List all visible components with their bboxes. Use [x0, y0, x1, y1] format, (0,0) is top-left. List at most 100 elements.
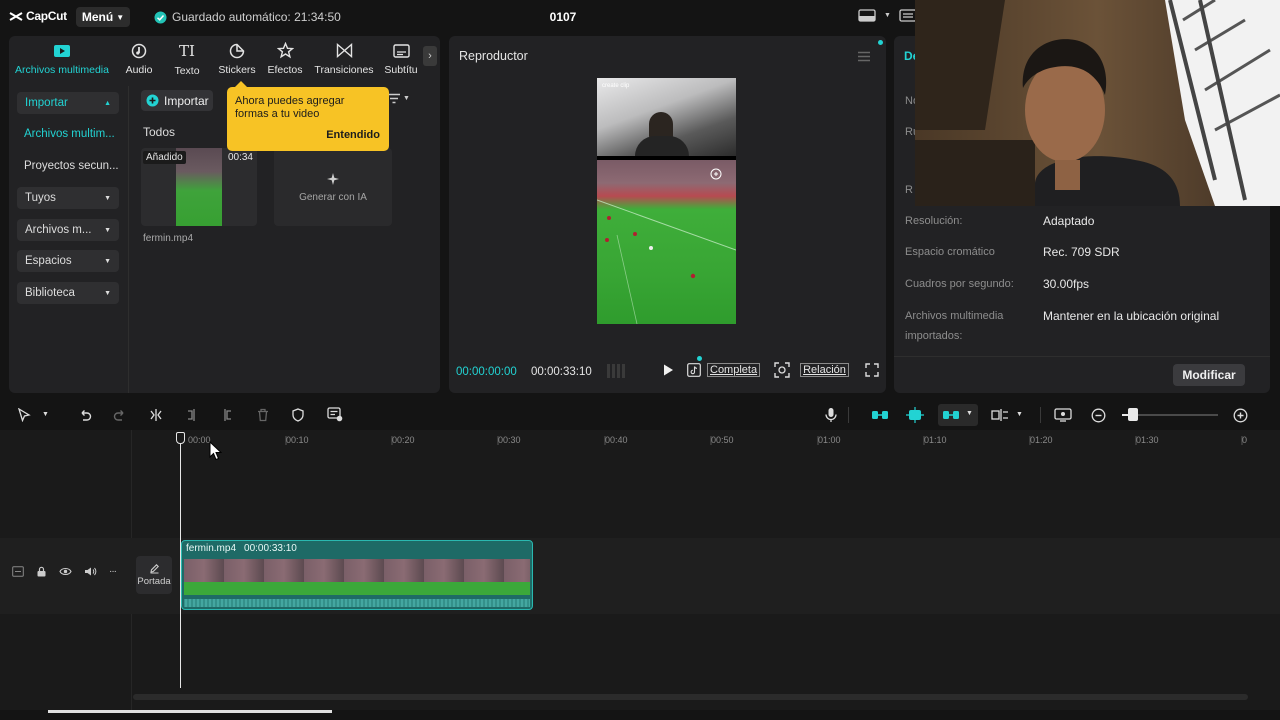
- track-cover-icon[interactable]: [12, 566, 24, 577]
- zoom-out-icon[interactable]: [1091, 408, 1106, 423]
- tab-effects[interactable]: Efectos: [264, 42, 306, 76]
- color-space-value: Rec. 709 SDR: [1043, 245, 1120, 259]
- tab-stickers[interactable]: Stickers: [214, 42, 260, 76]
- redo-icon[interactable]: [113, 408, 127, 422]
- sidebar-item-label: Archivos m...: [25, 224, 92, 236]
- zoom-slider-handle[interactable]: [1128, 408, 1138, 421]
- notification-dot: [878, 40, 883, 45]
- tab-media[interactable]: Archivos multimedia: [12, 42, 112, 76]
- playhead-handle[interactable]: [176, 432, 185, 444]
- media-icon: [53, 42, 71, 59]
- fps-label: Cuadros por segundo:: [905, 278, 1014, 290]
- mouse-cursor-icon: [209, 441, 222, 461]
- menu-button[interactable]: Menú ▼: [76, 7, 130, 27]
- modify-button[interactable]: Modificar: [1173, 364, 1245, 386]
- magnet-link-icon[interactable]: [871, 409, 889, 421]
- filter-button[interactable]: ▼: [387, 93, 410, 104]
- webcam-scene: [915, 0, 1280, 206]
- crop-screen-icon[interactable]: [774, 362, 790, 378]
- ai-edit-icon[interactable]: [327, 407, 343, 422]
- chevron-down-icon[interactable]: ▼: [884, 12, 891, 19]
- sidebar-item-proyectos-secundarios[interactable]: Proyectos secun...: [24, 160, 119, 172]
- sidebar-item-importar[interactable]: Importar ▲: [17, 92, 119, 114]
- eye-icon[interactable]: [59, 566, 72, 577]
- color-space-label: Espacio cromático: [905, 246, 995, 258]
- screen-icon[interactable]: [1054, 408, 1072, 422]
- chevron-down-icon: ▼: [104, 289, 111, 297]
- timeline-ruler[interactable]: 00:00 00:10 00:20 00:30 00:40 00:50 01:0…: [180, 432, 1250, 448]
- sidebar-item-label: Biblioteca: [25, 287, 75, 299]
- sidebar-item-biblioteca[interactable]: Biblioteca ▼: [17, 282, 119, 304]
- chevron-down-icon[interactable]: ▼: [1016, 411, 1023, 418]
- tab-audio[interactable]: Audio: [119, 42, 159, 76]
- tooltip-dismiss-button[interactable]: Entendido: [326, 129, 380, 141]
- video-preview[interactable]: create clip: [597, 78, 736, 324]
- sidebar-item-tuyos[interactable]: Tuyos ▼: [17, 187, 119, 209]
- tab-transitions[interactable]: Transiciones: [311, 42, 377, 76]
- project-name[interactable]: 0107: [540, 10, 586, 24]
- video-clip[interactable]: fermin.mp4 00:00:33:10: [181, 540, 533, 610]
- tab-label: Texto: [174, 65, 200, 77]
- more-options-icon[interactable]: ···: [109, 566, 117, 577]
- current-timecode: 00:00:00:00: [456, 366, 517, 378]
- check-circle-icon: [154, 11, 167, 23]
- pencil-icon: [149, 564, 159, 574]
- sidebar-item-archivos-multimedia[interactable]: Archivos multim...: [24, 128, 115, 140]
- import-button[interactable]: Importar: [141, 90, 213, 111]
- chevron-down-icon: ▼: [104, 257, 111, 265]
- tab-text[interactable]: TI Texto: [167, 42, 207, 77]
- shield-marker-icon[interactable]: [291, 408, 305, 422]
- tabs-next-button[interactable]: ›: [423, 46, 437, 66]
- fullscreen-quality-button[interactable]: Completa: [707, 363, 761, 377]
- sidebar-item-label: Tuyos: [25, 192, 56, 204]
- link-clips-icon: [943, 411, 959, 419]
- auto-snap-icon[interactable]: [906, 407, 924, 423]
- chevron-down-icon[interactable]: ▼: [42, 411, 49, 418]
- player-controls: Completa Relación: [605, 356, 879, 378]
- video-football-segment: [597, 160, 736, 324]
- tab-label: Audio: [125, 64, 153, 76]
- split-icon[interactable]: [149, 408, 163, 422]
- filter-all-label[interactable]: Todos: [143, 125, 175, 139]
- transitions-icon: [336, 42, 353, 59]
- tiktok-icon[interactable]: [687, 363, 701, 377]
- undo-icon[interactable]: [78, 408, 92, 422]
- playhead-line[interactable]: [180, 432, 181, 688]
- split-left-icon[interactable]: [185, 408, 199, 422]
- timeline-horizontal-scrollbar[interactable]: [133, 694, 1248, 700]
- added-badge: Añadido: [143, 151, 186, 164]
- microphone-icon[interactable]: [824, 407, 838, 423]
- split-right-icon[interactable]: [220, 408, 234, 422]
- video-webcam-segment: create clip: [597, 78, 736, 156]
- volume-icon[interactable]: [84, 566, 97, 577]
- preview-axis-icon[interactable]: [991, 408, 1009, 422]
- subtitles-icon: [392, 42, 410, 59]
- total-timecode: 00:00:33:10: [531, 366, 592, 378]
- hamburger-menu-icon[interactable]: [857, 51, 871, 62]
- tab-subtitles[interactable]: Subtítu: [381, 42, 421, 76]
- aspect-ratio-button[interactable]: Relación: [800, 363, 849, 377]
- lock-icon[interactable]: [36, 566, 47, 577]
- cover-button[interactable]: Portada: [136, 556, 172, 594]
- zoom-in-icon[interactable]: [1233, 408, 1248, 423]
- media-item-thumbnail[interactable]: Añadido 00:34: [141, 148, 257, 226]
- sidebar-item-espacios[interactable]: Espacios ▼: [17, 250, 119, 272]
- expand-icon: [710, 168, 722, 180]
- person-shoulders: [635, 136, 689, 156]
- cursor-select-icon[interactable]: [17, 408, 31, 422]
- fullscreen-icon[interactable]: [865, 363, 879, 377]
- generate-ai-button[interactable]: Generar con IA: [274, 148, 392, 226]
- delete-icon[interactable]: [256, 408, 270, 422]
- linkage-toggle[interactable]: ▼: [938, 404, 978, 426]
- logo-text: CapCut: [26, 9, 67, 23]
- media-duration: 00:34: [227, 152, 253, 163]
- menu-label: Menú: [81, 10, 114, 24]
- resolution-value: Adaptado: [1043, 214, 1095, 228]
- sidebar-item-archivos-m[interactable]: Archivos m... ▼: [17, 219, 119, 241]
- filter-icon: [388, 93, 400, 104]
- play-icon[interactable]: [661, 363, 675, 377]
- ruler-ticks: [285, 436, 1243, 445]
- generate-ai-label: Generar con IA: [299, 191, 367, 203]
- clip-filmstrip: [184, 559, 530, 595]
- layout-icon[interactable]: [858, 9, 876, 22]
